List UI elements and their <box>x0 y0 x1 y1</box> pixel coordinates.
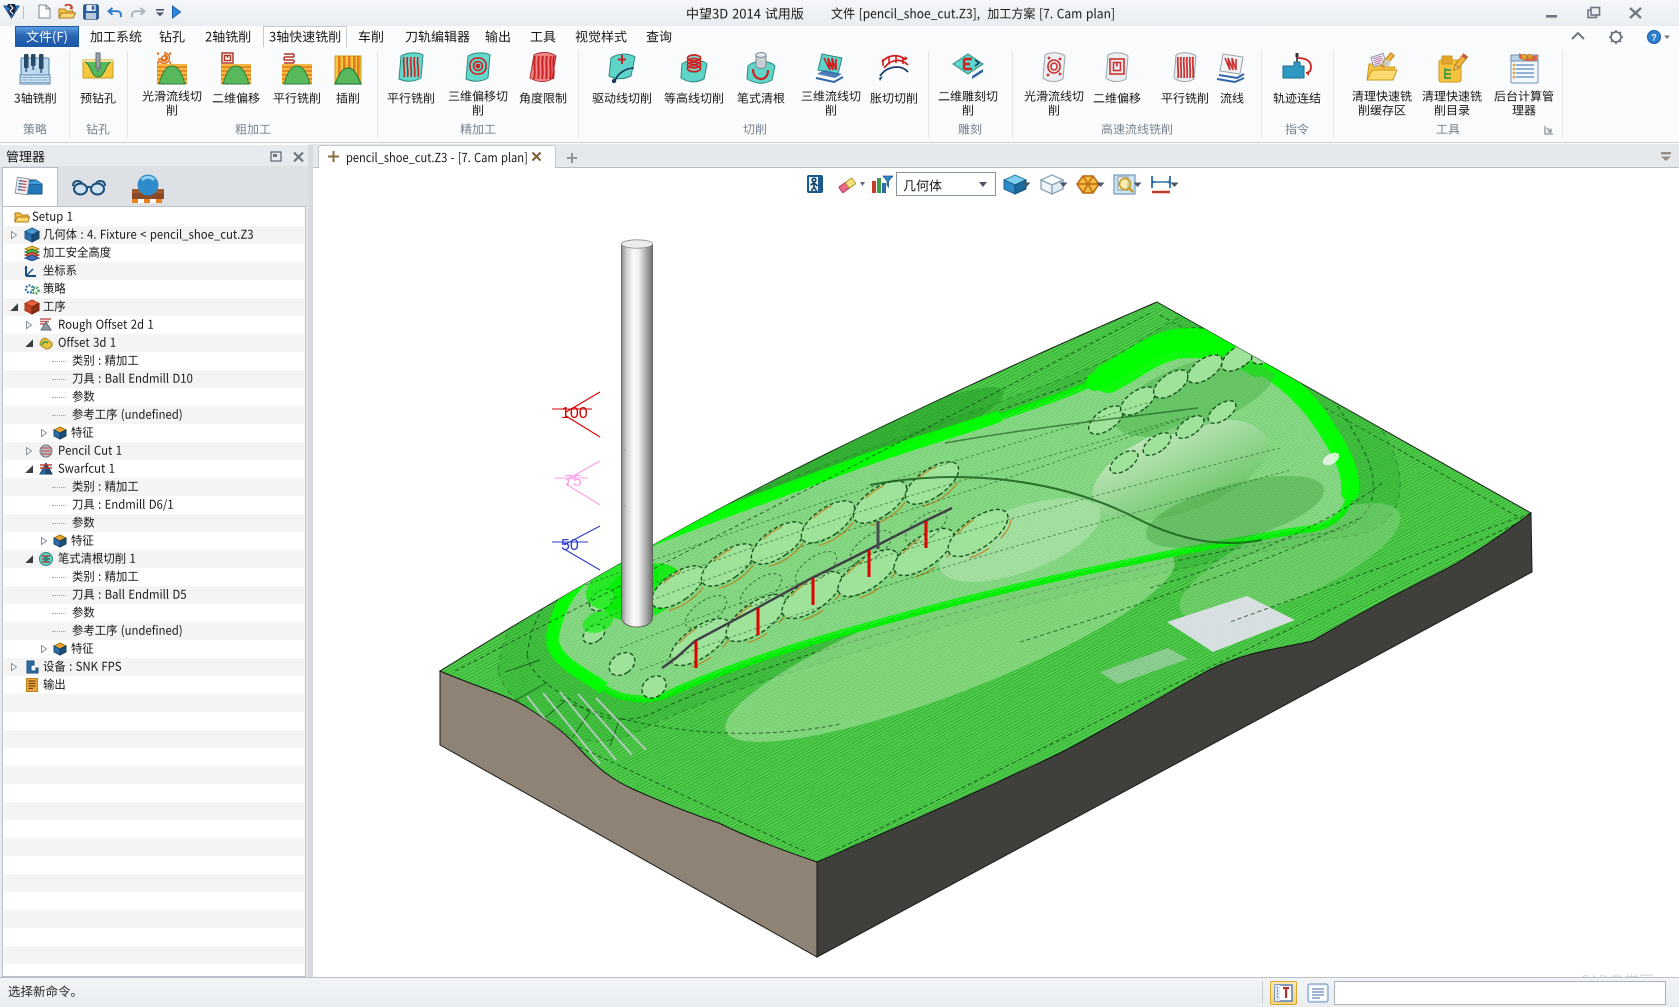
svg-text:?: ? <box>1651 33 1657 43</box>
svg-text:50: 50 <box>561 537 579 554</box>
